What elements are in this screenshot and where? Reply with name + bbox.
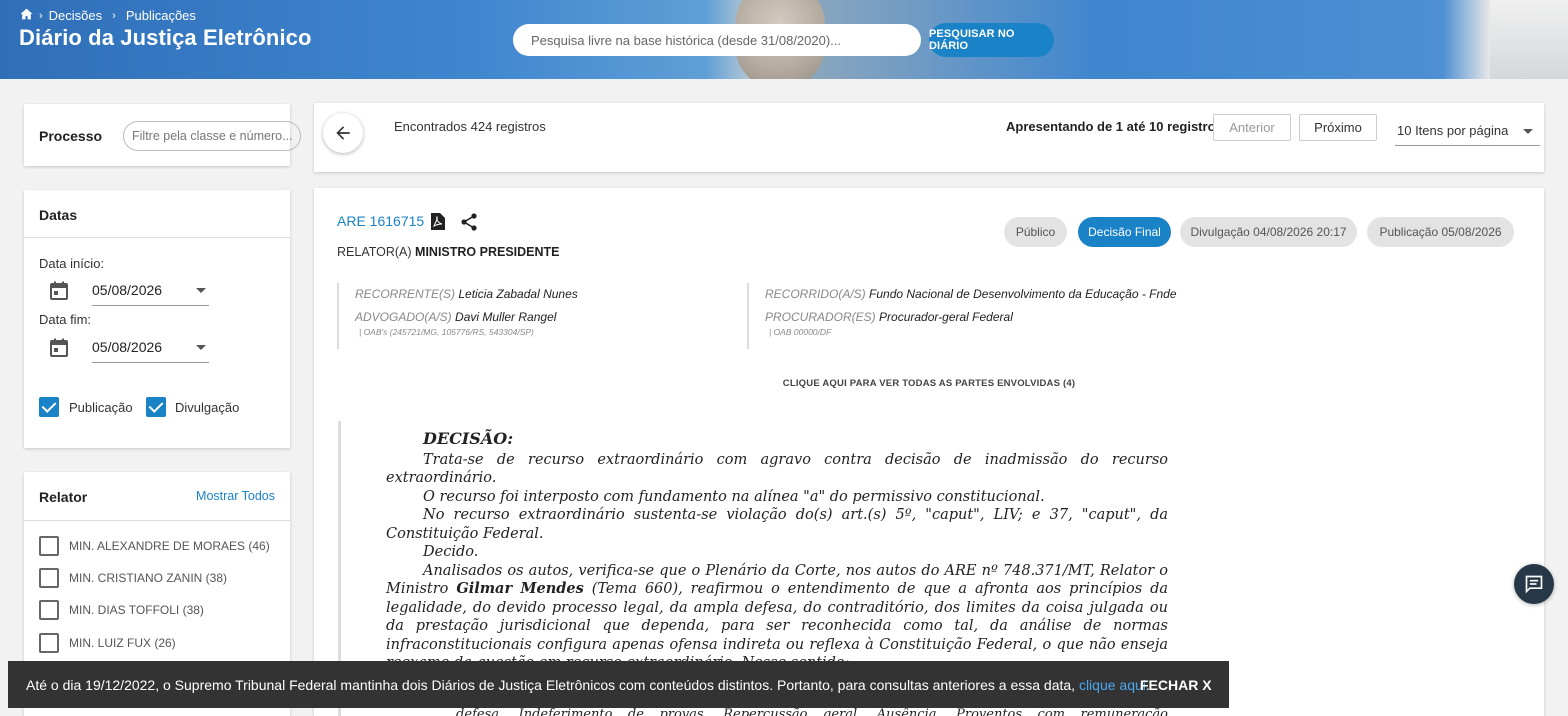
party-role: PROCURADOR(ES) (765, 310, 876, 324)
party-row: RECORRIDO(A/S) Fundo Nacional de Desenvo… (765, 283, 1267, 306)
status-badge-divulgacao: Divulgação 04/08/2026 20:17 (1180, 217, 1357, 247)
breadcrumb-decisoes[interactable]: Decisões (49, 8, 102, 23)
calendar-icon[interactable] (49, 281, 69, 301)
relator-item-label: MIN. DIAS TOFFOLI (38) (69, 603, 204, 617)
processo-label: Processo (39, 128, 103, 144)
header-banner: › Decisões › Publicações Diário da Justi… (0, 0, 1568, 79)
close-banner-button[interactable]: FECHAR X (1140, 677, 1212, 693)
party-role: ADVOGADO(A/S) (355, 310, 452, 324)
chevron-down-icon[interactable] (1523, 129, 1533, 134)
decision-minister-name: Gilmar Mendes (456, 580, 584, 597)
start-date-value[interactable]: 05/08/2026 (92, 282, 162, 298)
items-per-page-select[interactable]: 10 Itens por página (1397, 123, 1508, 138)
divulgacao-checkbox[interactable] (146, 397, 166, 417)
decision-paragraph: No recurso extraordinário sustenta-se vi… (386, 507, 1168, 542)
relator-title: Relator (39, 489, 88, 505)
notice-link[interactable]: clique aqui (1079, 677, 1146, 693)
status-badge-decisao-final: Decisão Final (1078, 217, 1171, 247)
relator-line: RELATOR(A) MINISTRO PRESIDENTE (337, 245, 560, 259)
decision-paragraph: Trata-se de recurso extraordinário com a… (386, 451, 1168, 487)
all-parties-link[interactable]: CLIQUE AQUI PARA VER TODAS AS PARTES ENV… (314, 378, 1544, 389)
party-row: PROCURADOR(ES) Procurador-geral Federal (765, 306, 1267, 329)
relator-checkbox[interactable] (39, 568, 59, 588)
page-title: Diário da Justiça Eletrônico (19, 25, 312, 50)
case-number-link[interactable]: ARE 1616715 (337, 213, 424, 229)
decision-paragraph: Analisados os autos, verifica-se que o P… (386, 562, 1168, 673)
relator-checkbox[interactable] (39, 633, 59, 653)
pdf-icon[interactable] (431, 213, 445, 230)
record-card: ARE 1616715 RELATOR(A) MINISTRO PRESIDEN… (314, 188, 1544, 716)
share-icon[interactable] (460, 213, 478, 231)
party-role: RECORRENTE(S) (355, 287, 456, 301)
status-badge-publico: Público (1004, 217, 1067, 247)
notice-banner: Até o dia 19/12/2022, o Supremo Tribunal… (8, 661, 1229, 708)
divider (24, 520, 290, 521)
party-name: Davi Muller Rangel (455, 310, 557, 324)
status-badge-publicacao: Publicação 05/08/2026 (1367, 217, 1514, 247)
relator-checkbox[interactable] (39, 536, 59, 556)
datas-title: Datas (39, 207, 78, 223)
relator-prefix: RELATOR(A) (337, 245, 412, 259)
chevron-right-icon: › (112, 9, 116, 22)
header-background-building (1490, 0, 1568, 79)
relator-item-label: MIN. ALEXANDRE DE MORAES (46) (69, 539, 270, 553)
breadcrumb-publicacoes[interactable]: Publicações (126, 8, 196, 23)
parties-left: RECORRENTE(S) Leticia Zabadal Nunes ADVO… (337, 283, 727, 349)
input-underline (92, 362, 209, 363)
processo-input[interactable]: Filtre pela classe e número... (123, 121, 301, 151)
results-count: Encontrados 424 registros (394, 119, 546, 134)
publicacao-label: Publicação (69, 400, 133, 415)
chevron-right-icon: › (39, 9, 43, 22)
show-all-link[interactable]: Mostrar Todos (196, 489, 275, 503)
processo-filter-card: Processo Filtre pela classe e número... (24, 104, 301, 166)
party-row: ADVOGADO(A/S) Davi Muller Rangel (355, 306, 727, 329)
select-underline (1395, 145, 1540, 146)
relator-item-label: MIN. LUIZ FUX (26) (69, 636, 176, 650)
next-page-button[interactable]: Próximo (1299, 114, 1377, 141)
chevron-down-icon[interactable] (196, 288, 206, 293)
breadcrumb: › Decisões › Publicações (20, 8, 196, 23)
parties-right: RECORRIDO(A/S) Fundo Nacional de Desenvo… (747, 283, 1267, 349)
party-role: RECORRIDO(A/S) (765, 287, 866, 301)
party-name: Fundo Nacional de Desenvolvimento da Edu… (869, 287, 1177, 301)
input-underline (92, 305, 209, 306)
chevron-down-icon[interactable] (196, 345, 206, 350)
publicacao-checkbox[interactable] (39, 397, 59, 417)
results-range: Apresentando de 1 até 10 registros (1006, 119, 1223, 134)
party-row: RECORRENTE(S) Leticia Zabadal Nunes (355, 283, 727, 306)
chat-button[interactable] (1514, 564, 1554, 604)
notice-text: Até o dia 19/12/2022, o Supremo Tribunal… (26, 676, 1076, 693)
arrow-left-icon (336, 126, 350, 140)
start-date-field[interactable]: 05/08/2026 (49, 279, 209, 307)
datas-filter-card: Datas Data início: 05/08/2026 Data fim: … (24, 190, 290, 448)
relator-item-label: MIN. CRISTIANO ZANIN (38) (69, 571, 228, 585)
calendar-icon[interactable] (49, 338, 69, 358)
end-date-value[interactable]: 05/08/2026 (92, 339, 162, 355)
previous-page-button[interactable]: Anterior (1213, 114, 1291, 141)
decision-paragraph: O recurso foi interposto com fundamento … (423, 488, 1045, 505)
divider (24, 237, 290, 238)
decision-heading: DECISÃO: (423, 429, 514, 448)
back-button[interactable] (323, 113, 363, 153)
end-date-label: Data fim: (39, 312, 92, 327)
party-name: Leticia Zabadal Nunes (458, 287, 578, 301)
end-date-field[interactable]: 05/08/2026 (49, 336, 209, 364)
search-button[interactable]: PESQUISAR NO DIÁRIO (929, 23, 1054, 57)
party-name: Procurador-geral Federal (879, 310, 1013, 324)
decision-paragraph: Decido. (423, 544, 479, 560)
start-date-label: Data início: (39, 256, 105, 271)
relator-name: MINISTRO PRESIDENTE (415, 245, 560, 259)
chat-icon (1525, 575, 1543, 594)
home-icon[interactable] (20, 8, 33, 23)
results-toolbar: Encontrados 424 registros Apresentando d… (314, 103, 1544, 172)
relator-checkbox[interactable] (39, 600, 59, 620)
divulgacao-label: Divulgação (175, 400, 240, 415)
search-input[interactable]: Pesquisa livre na base histórica (desde … (513, 24, 921, 56)
